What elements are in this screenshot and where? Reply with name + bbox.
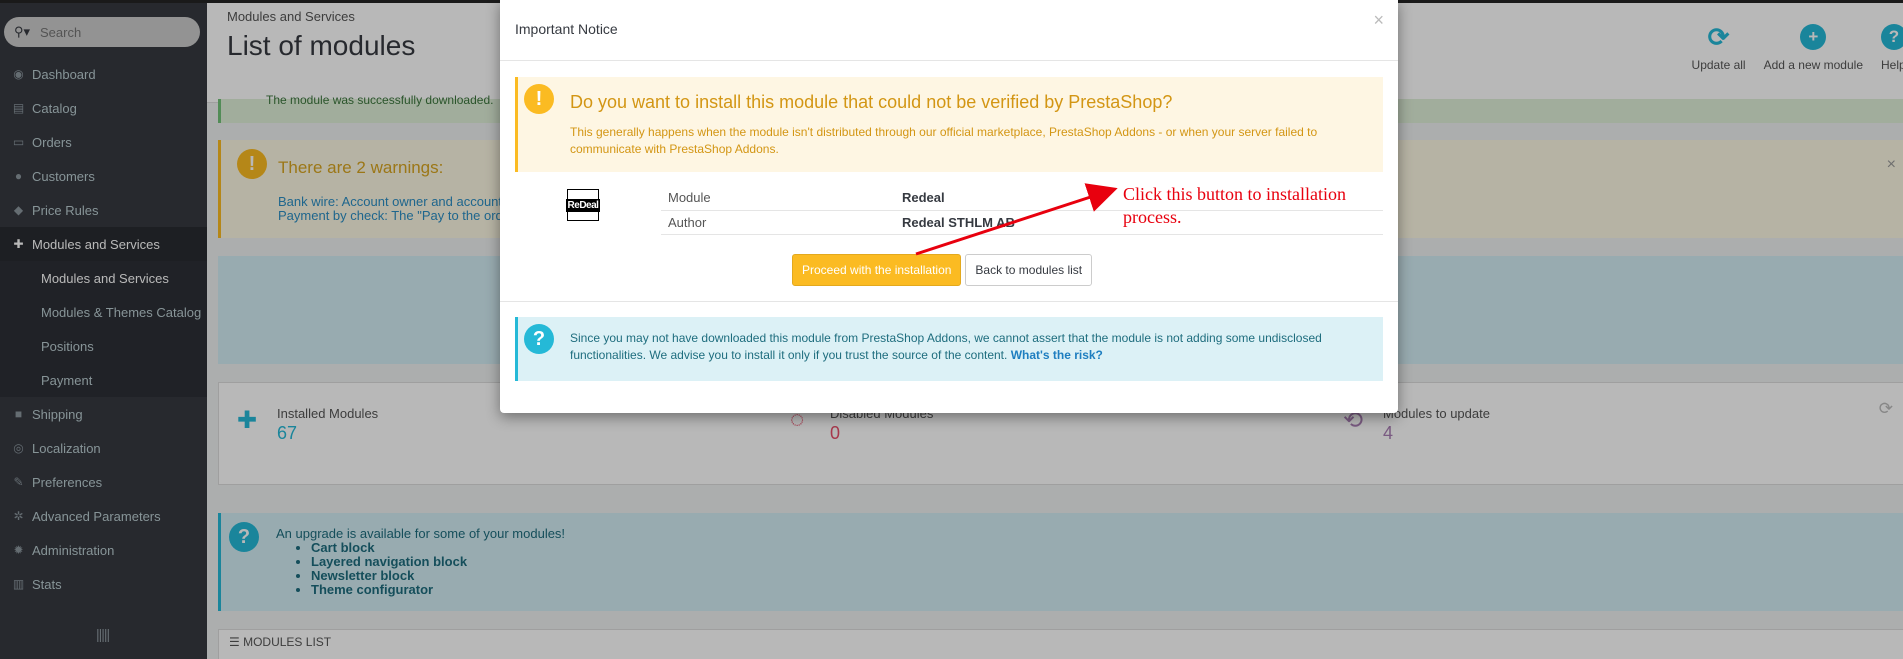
proceed-installation-button[interactable]: Proceed with the installation (792, 254, 962, 286)
annotation-text: Click this button to installation proces… (1123, 184, 1346, 227)
whats-the-risk-link[interactable]: What's the risk? (1011, 348, 1103, 362)
back-to-modules-button[interactable]: Back to modules list (965, 254, 1093, 286)
exclamation-icon: ! (524, 84, 554, 114)
modal-header: Important Notice × (500, 0, 1398, 61)
risk-info: ? Since you may not have downloaded this… (515, 317, 1383, 381)
author-label: Author (661, 210, 895, 235)
question-icon: ? (524, 324, 554, 354)
module-logo: ReDeal (565, 189, 601, 221)
modal-title: Important Notice (515, 21, 618, 37)
verification-warning: ! Do you want to install this module tha… (515, 77, 1383, 172)
modal-body: ! Do you want to install this module tha… (500, 62, 1398, 302)
modal-actions: Proceed with the installation Back to mo… (792, 254, 1093, 286)
module-label: Module (661, 186, 895, 211)
close-icon[interactable]: × (1373, 10, 1384, 31)
verification-warning-text: This generally happens when the module i… (570, 125, 1318, 156)
verification-warning-title: Do you want to install this module that … (570, 92, 1173, 112)
risk-info-text: Since you may not have downloaded this m… (570, 331, 1322, 362)
